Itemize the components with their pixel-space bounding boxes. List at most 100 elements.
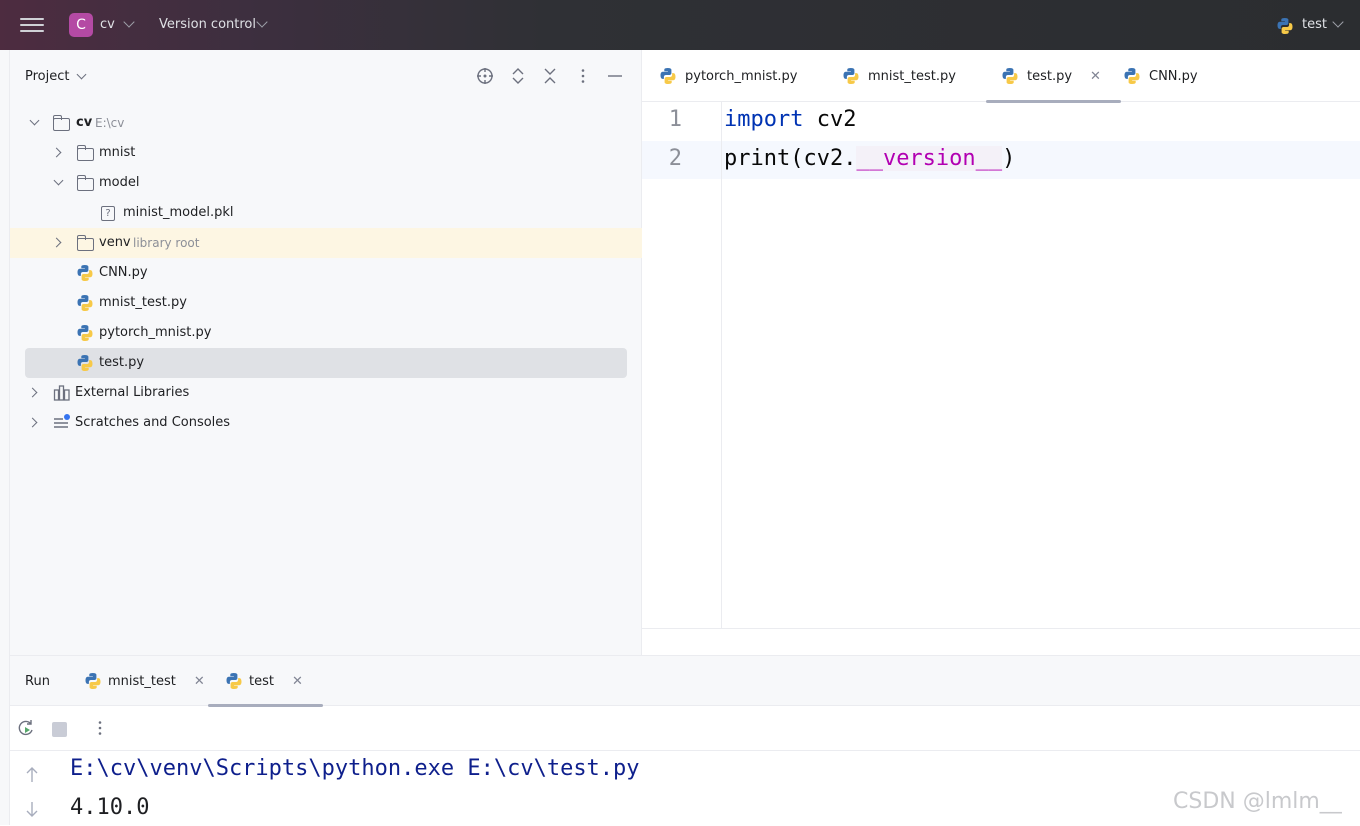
tree-label: Scratches and Consoles: [75, 415, 231, 430]
tree-label: minist_model.pkl: [123, 205, 234, 220]
tab-label: test.py: [1027, 68, 1073, 84]
locate-icon[interactable]: [476, 67, 494, 85]
chevron-down-icon[interactable]: [53, 175, 64, 186]
tree-label: CNN.py: [99, 265, 148, 280]
tree-label: cv: [76, 115, 93, 130]
library-icon: [53, 385, 70, 401]
tree-node-scratches[interactable]: Scratches and Consoles: [10, 408, 642, 438]
python-file-icon: [843, 68, 859, 84]
tab-label: CNN.py: [1149, 68, 1198, 84]
project-name[interactable]: cv: [100, 17, 115, 32]
unknown-file-icon: ?: [101, 206, 115, 221]
tree-label: mnist: [99, 145, 136, 160]
run-tabs: Run mnist_test ✕ test ✕: [10, 656, 1360, 707]
tab-cnn-py[interactable]: CNN.py: [1123, 50, 1198, 102]
run-tool-window: Run mnist_test ✕ test ✕ E:\cv\venv\Scrip…: [10, 655, 1360, 825]
chevron-right-icon[interactable]: [51, 147, 62, 158]
tree-node-cnn-py[interactable]: CNN.py: [10, 258, 642, 288]
tab-label: mnist_test.py: [868, 68, 956, 84]
run-tab-mnist-test[interactable]: mnist_test ✕: [84, 656, 205, 706]
main-menu-icon[interactable]: [20, 14, 44, 36]
project-panel-header: Project: [10, 50, 642, 102]
version-control-menu[interactable]: Version control: [159, 17, 256, 32]
tree-node-mnist[interactable]: mnist: [10, 138, 642, 168]
tab-mnist-test-py[interactable]: mnist_test.py: [842, 50, 956, 102]
folder-icon: [77, 145, 94, 161]
tree-node-minist-model-pkl[interactable]: ? minist_model.pkl: [10, 198, 642, 228]
python-file-icon: [77, 265, 93, 281]
close-icon[interactable]: ✕: [1090, 69, 1101, 84]
close-icon[interactable]: ✕: [292, 674, 303, 689]
code-token: cv2: [803, 107, 857, 132]
code-token: ): [1002, 146, 1016, 171]
tree-node-mnist-test-py[interactable]: mnist_test.py: [10, 288, 642, 318]
arrow-down-icon[interactable]: [26, 802, 38, 817]
run-tab-label: mnist_test: [108, 673, 176, 689]
expand-all-icon[interactable]: [509, 67, 527, 85]
collapse-all-icon[interactable]: [541, 67, 559, 85]
tree-hint: E:\cv: [95, 116, 125, 130]
run-tab-test[interactable]: test ✕: [208, 656, 323, 707]
chevron-down-icon[interactable]: [256, 16, 268, 28]
editor-scroll-area: [642, 628, 1360, 655]
watermark: CSDN @lmlm__: [1173, 789, 1342, 814]
tree-label: pytorch_mnist.py: [99, 325, 212, 340]
code-line-2[interactable]: print(cv2.__version__): [724, 146, 1015, 171]
python-file-icon: [1002, 68, 1018, 84]
chevron-down-icon[interactable]: [76, 69, 87, 80]
python-file-icon: [77, 355, 93, 371]
run-toolbar: [10, 706, 1360, 751]
tree-node-pytorch-mnist-py[interactable]: pytorch_mnist.py: [10, 318, 642, 348]
editor-tabs: pytorch_mnist.py mnist_test.py test.py ✕…: [642, 50, 1360, 103]
folder-icon: [77, 235, 94, 251]
tree-node-test-py[interactable]: test.py: [10, 348, 642, 378]
run-configuration[interactable]: test: [1302, 17, 1327, 32]
keyword-token: import: [724, 107, 804, 132]
python-icon: [1277, 18, 1293, 34]
python-run-icon: [226, 673, 242, 689]
chevron-down-icon[interactable]: [29, 115, 40, 126]
tool-window-strip: [0, 50, 10, 825]
line-number-gutter: [642, 102, 722, 628]
run-panel-title: Run: [25, 674, 50, 689]
folder-icon: [77, 175, 94, 191]
tree-node-model[interactable]: model: [10, 168, 642, 198]
title-bar: C cv Version control test: [0, 0, 1360, 50]
tab-label: pytorch_mnist.py: [685, 68, 798, 84]
tab-test-py[interactable]: test.py ✕: [986, 50, 1121, 103]
tree-label: External Libraries: [75, 385, 190, 400]
scroll-arrows: [26, 767, 38, 817]
line-number: 1: [668, 107, 682, 132]
tree-node-external-libraries[interactable]: External Libraries: [10, 378, 642, 408]
line-number: 2: [668, 146, 682, 171]
python-file-icon: [1124, 68, 1140, 84]
tree-node-venv[interactable]: venv library root: [10, 228, 642, 258]
tab-pytorch-mnist-py[interactable]: pytorch_mnist.py: [659, 50, 797, 102]
project-tool-window: Project cv E:\cv mnist model ? minist_mo…: [10, 50, 642, 655]
python-file-icon: [660, 68, 676, 84]
arrow-up-icon[interactable]: [26, 767, 38, 782]
chevron-right-icon[interactable]: [27, 387, 38, 398]
console-output-line: 4.10.0: [70, 795, 150, 820]
chevron-down-icon[interactable]: [1332, 16, 1344, 28]
project-badge[interactable]: C: [69, 13, 93, 37]
minimize-icon[interactable]: [606, 67, 624, 85]
chevron-down-icon[interactable]: [123, 16, 135, 28]
console-command-line: E:\cv\venv\Scripts\python.exe E:\cv\test…: [70, 756, 640, 781]
tree-label: venv: [99, 235, 131, 250]
close-icon[interactable]: ✕: [194, 674, 205, 689]
tree-node-cv[interactable]: cv E:\cv: [10, 108, 642, 138]
rerun-icon[interactable]: [17, 719, 35, 737]
tree-label: model: [99, 175, 140, 190]
python-run-icon: [85, 673, 101, 689]
scratches-icon: [54, 414, 70, 428]
code-token: print(cv2.: [724, 146, 857, 171]
code-line-1[interactable]: import cv2: [724, 107, 856, 132]
stop-icon[interactable]: [52, 722, 67, 737]
python-file-icon: [77, 295, 93, 311]
more-options-icon[interactable]: [574, 67, 592, 85]
project-panel-title[interactable]: Project: [25, 69, 69, 84]
chevron-right-icon[interactable]: [27, 417, 38, 428]
more-options-icon[interactable]: [91, 719, 109, 737]
chevron-right-icon[interactable]: [51, 237, 62, 248]
